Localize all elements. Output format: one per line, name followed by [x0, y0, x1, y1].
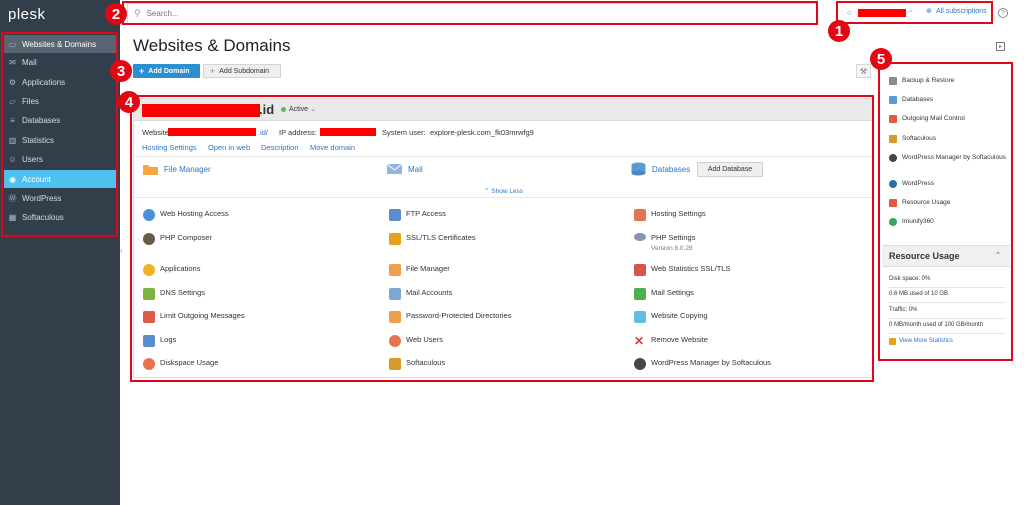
annotation-badge-4: 4 — [118, 91, 140, 113]
annotation-box-sidebar — [1, 32, 118, 237]
plus-icon: + — [210, 66, 216, 76]
add-domain-button[interactable]: + Add Domain — [133, 64, 200, 78]
annotation-badge-3: 3 — [110, 60, 132, 82]
annotation-box-4 — [130, 95, 874, 382]
panel-toggle-icon[interactable]: ▸ — [996, 42, 1005, 51]
add-domain-label: Add Domain — [148, 67, 190, 75]
tools-icon[interactable]: ⚒ — [856, 64, 871, 78]
add-subdomain-button[interactable]: + Add Subdomain — [203, 64, 281, 78]
help-icon[interactable]: ? — [998, 8, 1008, 18]
plesk-logo: plesk — [8, 6, 46, 23]
annotation-box-5 — [878, 62, 1013, 361]
annotation-badge-1: 1 — [828, 20, 850, 42]
plus-icon: + — [139, 66, 145, 76]
page-title: Websites & Domains — [133, 36, 291, 55]
annotation-box-1 — [836, 1, 993, 24]
annotation-box-2 — [122, 1, 818, 25]
add-subdomain-label: Add Subdomain — [219, 67, 270, 75]
annotation-badge-5: 5 — [870, 48, 892, 70]
annotation-badge-2: 2 — [105, 3, 127, 25]
sidebar-collapse-icon[interactable]: ‹ — [120, 246, 123, 255]
